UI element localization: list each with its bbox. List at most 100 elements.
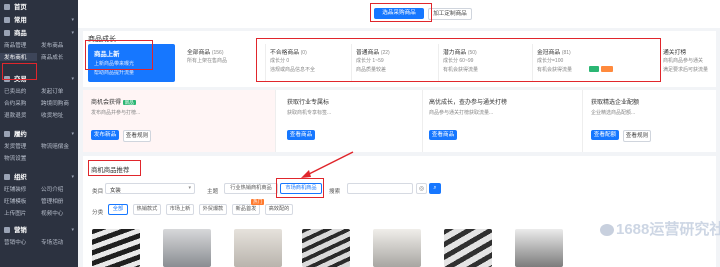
product-thumbnail[interactable] — [515, 229, 563, 267]
rank-sub2: 满足要求后可获流量 — [663, 67, 709, 73]
card-title: 获取精选企业配额 — [591, 100, 640, 106]
growth-col-normal[interactable]: 普通商品 (22) 成长分 1~59 商品质量较差 — [351, 44, 431, 82]
search-button[interactable]: ⌕ — [429, 183, 441, 194]
card-primary-button[interactable]: 发布新品 — [91, 130, 119, 140]
tab-foreign-hot[interactable]: 外贸爆款 — [199, 204, 227, 215]
sidebar-item[interactable]: 上传图片 — [0, 209, 37, 217]
card-title: 高优成长，查办参与通关打榜 — [429, 100, 508, 106]
sidebar-item[interactable]: 商品成长 — [37, 53, 74, 61]
growth-panel: 商品成长 商品上新 上新商品带来曝光 帮助商品提升流量 全部商品 (156) 所… — [83, 31, 716, 87]
gold-badge — [601, 66, 613, 72]
tab-all[interactable]: 全部 — [108, 204, 128, 215]
sidebar-section-org[interactable]: 组织 ▾ — [0, 170, 78, 183]
product-thumbnail[interactable] — [163, 229, 211, 267]
product-thumbnail[interactable] — [444, 229, 492, 267]
sidebar-row: 旺铺装修 公司介绍 — [0, 183, 78, 195]
camera-icon[interactable]: ◎ — [416, 183, 427, 194]
hot-badge: 热门 — [251, 199, 265, 205]
sidebar-section-home[interactable]: 首页 — [0, 0, 78, 13]
tab-hot-style[interactable]: 热销款式 — [133, 204, 161, 215]
product-thumbnail[interactable] — [92, 229, 140, 267]
product-thumbnail[interactable] — [373, 229, 421, 267]
sidebar-section-goods[interactable]: 商品 ▾ — [0, 26, 78, 39]
growth-col-rank[interactable]: 通关打榜 商机商品参与通关 满足要求后可获流量 — [663, 44, 715, 82]
card-primary-button[interactable]: 查看配额 — [591, 130, 619, 140]
category-select[interactable]: 女装 ▾ — [105, 183, 195, 194]
col-line2: 违规或商品信息不全 — [270, 67, 316, 73]
sidebar-item[interactable]: 管理相册 — [37, 197, 74, 205]
sidebar-item[interactable]: 发货管理 — [0, 142, 37, 150]
sidebar-section-common[interactable]: 常用 ▾ — [0, 13, 78, 26]
top-bar: 选品采购商品 加工定制商品 — [78, 0, 720, 28]
card-tag: 新品 — [122, 100, 136, 105]
theme-industry-hot[interactable]: 行业热销商机商品 — [224, 183, 278, 194]
arrow-indicator — [297, 150, 357, 180]
sidebar-item[interactable]: 合约采购 — [0, 99, 37, 107]
theme-market-opportunity[interactable]: 市场商机商品 — [280, 183, 322, 194]
col-name: 潜力商品 — [443, 50, 467, 56]
sidebar-item[interactable]: 专场活动 — [37, 238, 74, 246]
task-card: 获取行业专属标 获取商机专享标签... 查看商品 — [283, 90, 423, 152]
card-primary-button[interactable]: 查看商品 — [429, 130, 457, 140]
chevron-down-icon: ▾ — [188, 185, 191, 191]
sidebar-item[interactable]: 发起订单 — [37, 87, 74, 95]
growth-col-gold[interactable]: 金冠商品 (81) 成长分=100 有机会获得流量 — [532, 44, 617, 82]
sidebar-section-market[interactable]: 营销 ▾ — [0, 223, 78, 236]
sidebar-item[interactable]: 公司介绍 — [37, 185, 74, 193]
tab-market-new[interactable]: 市场上新 — [166, 204, 194, 215]
goods-icon — [4, 29, 10, 36]
card-secondary-button[interactable]: 查看规则 — [623, 130, 651, 142]
rank-title: 通关打榜 — [663, 50, 687, 56]
sidebar-row: 发货管理 物流赔偿金 — [0, 140, 78, 152]
task-card: 获取精选企业配额 企业精选商品配额... 查看配额 查看规则 — [587, 90, 716, 152]
sidebar-row: 旺铺模板 管理相册 — [0, 195, 78, 207]
sidebar-item[interactable]: 旺铺模板 — [0, 197, 37, 205]
sidebar-item[interactable]: 商品管理 — [0, 41, 37, 49]
sidebar-item[interactable]: 视频中心 — [37, 209, 74, 217]
col-count: (50) — [467, 50, 477, 56]
sidebar-item[interactable]: 营销中心 — [0, 238, 37, 246]
banner-title: 商品上新 — [94, 51, 120, 58]
card-desc: 企业精选商品配额... — [591, 110, 636, 116]
watermark: 1688运营研究社 — [600, 218, 720, 239]
sidebar-item[interactable]: 发布商品 — [37, 41, 74, 49]
sidebar-row: 合约采购 跨境同购商 — [0, 97, 78, 109]
tab-efficient[interactable]: 高效配的 — [265, 204, 293, 215]
purchase-goods-button[interactable]: 选品采购商品 — [374, 8, 424, 19]
banner-sub1: 上新商品带来曝光 — [94, 61, 135, 67]
col-name: 普通商品 — [356, 50, 380, 56]
card-title: 商机会获得 — [91, 100, 122, 106]
sidebar-item[interactable]: 已卖出的 — [0, 87, 37, 95]
sidebar-section-trade[interactable]: 交易 ▾ — [0, 72, 78, 85]
col-line1: 成长分 0 — [270, 58, 290, 64]
product-thumbnail[interactable] — [302, 229, 350, 267]
growth-col-unqualified[interactable]: 不合格商品 (0) 成长分 0 违规或商品信息不全 — [265, 44, 345, 82]
card-desc: 发布商品并参与打榜... — [91, 110, 141, 116]
new-goods-banner[interactable]: 商品上新 上新商品带来曝光 帮助商品提升流量 — [88, 44, 175, 82]
card-desc: 商品参与通关打榜获取流量... — [429, 110, 494, 116]
task-card: 高优成长，查办参与通关打榜 商品参与通关打榜获取流量... 查看商品 — [423, 90, 583, 152]
sidebar-item[interactable]: 旺铺装修 — [0, 185, 37, 193]
custom-goods-button[interactable]: 加工定制商品 — [428, 8, 472, 20]
banner-sub2: 帮助商品提升流量 — [94, 70, 135, 76]
product-thumbnail[interactable] — [234, 229, 282, 267]
card-primary-button[interactable]: 查看商品 — [287, 130, 315, 140]
sidebar-row: 商品管理 发布商品 — [0, 39, 78, 51]
growth-col-potential[interactable]: 潜力商品 (50) 成长分 60~99 有机会获得流量 — [438, 44, 518, 82]
col-all-sub1: 所有上架在售商品 — [187, 58, 228, 64]
tab-new-debut[interactable]: 新品首发 — [232, 204, 260, 215]
col-line1: 成长分=100 — [537, 58, 564, 64]
card-secondary-button[interactable]: 查看规则 — [123, 130, 151, 142]
col-name: 不合格商品 — [270, 50, 299, 56]
col-all-goods[interactable]: 全部商品 (156) 所有上架在售商品 — [187, 44, 257, 82]
sidebar-item-publish-opportunity[interactable]: 发布商机 — [0, 53, 37, 61]
sidebar-item[interactable]: 退款退货 — [0, 111, 37, 119]
sidebar-item[interactable]: 物流赔偿金 — [37, 142, 74, 150]
search-input[interactable] — [347, 183, 413, 194]
chevron-down-icon: ▾ — [71, 130, 74, 137]
trade-icon — [4, 75, 10, 82]
sidebar-item[interactable]: 跨境同购商 — [37, 99, 74, 107]
sidebar-item[interactable]: 物流设置 — [0, 154, 37, 162]
sidebar-item[interactable]: 收货地址 — [37, 111, 74, 119]
sidebar-section-fulfill[interactable]: 履约 ▾ — [0, 127, 78, 140]
